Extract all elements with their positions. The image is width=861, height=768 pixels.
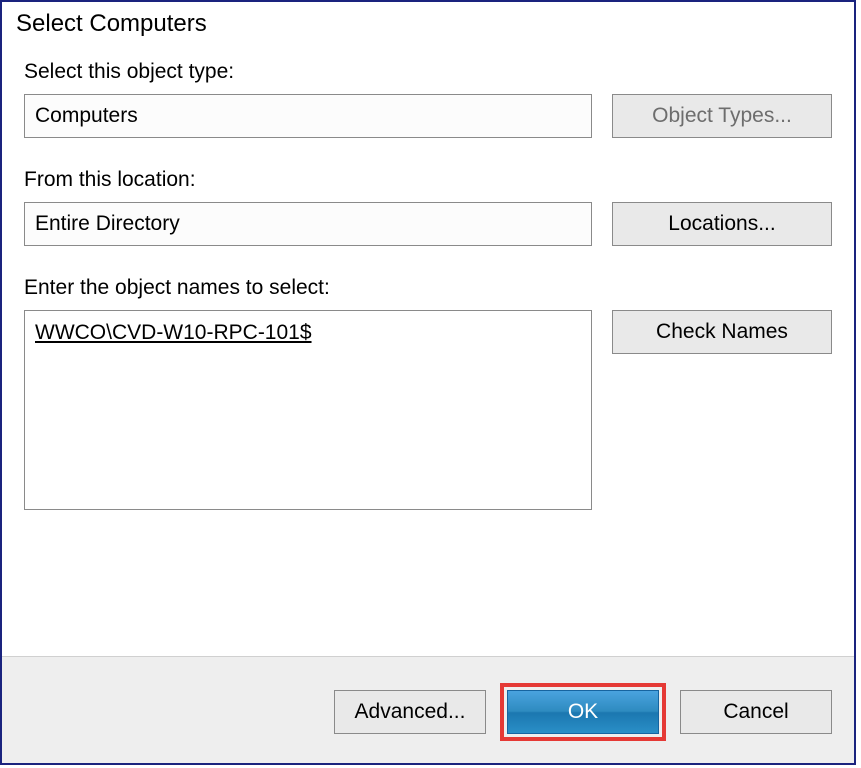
object-type-section: Select this object type: Computers Objec…: [24, 60, 832, 138]
advanced-button[interactable]: Advanced...: [334, 690, 486, 734]
dialog-title: Select Computers: [2, 2, 854, 42]
ok-button[interactable]: OK: [507, 690, 659, 734]
check-names-button[interactable]: Check Names: [612, 310, 832, 354]
ok-highlight: OK: [500, 683, 666, 741]
dialog-body: Select this object type: Computers Objec…: [2, 42, 854, 656]
object-names-input[interactable]: WWCO\CVD-W10-RPC-101$: [24, 310, 592, 510]
object-type-field: Computers: [24, 94, 592, 138]
location-field: Entire Directory: [24, 202, 592, 246]
cancel-button[interactable]: Cancel: [680, 690, 832, 734]
resolved-object-name: WWCO\CVD-W10-RPC-101$: [35, 321, 312, 344]
locations-button[interactable]: Locations...: [612, 202, 832, 246]
location-section: From this location: Entire Directory Loc…: [24, 168, 832, 246]
object-names-label: Enter the object names to select:: [24, 276, 832, 300]
object-names-section: Enter the object names to select: WWCO\C…: [24, 276, 832, 510]
select-computers-dialog: Select Computers Select this object type…: [0, 0, 856, 765]
dialog-footer: Advanced... OK Cancel: [2, 656, 854, 763]
object-type-label: Select this object type:: [24, 60, 832, 84]
location-label: From this location:: [24, 168, 832, 192]
object-types-button[interactable]: Object Types...: [612, 94, 832, 138]
